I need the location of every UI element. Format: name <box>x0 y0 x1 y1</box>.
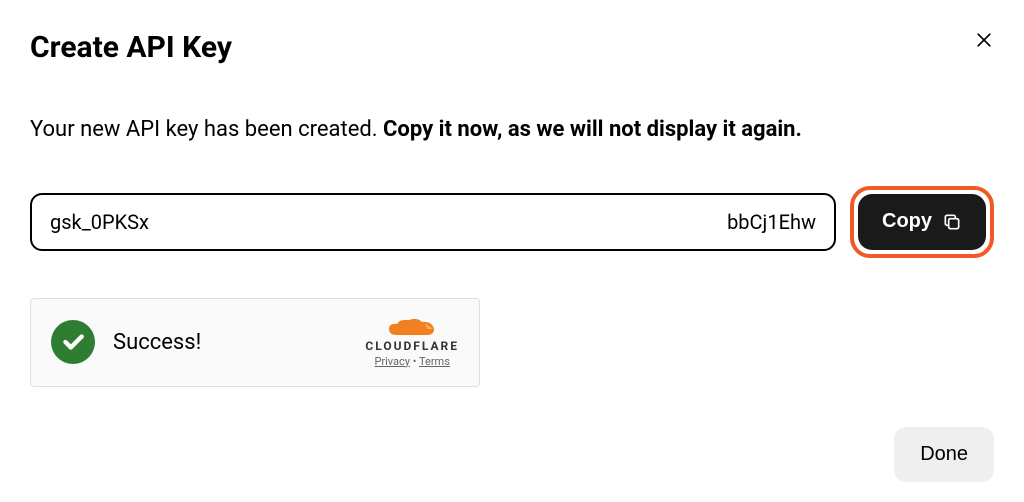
copy-icon <box>942 212 962 232</box>
api-key-field[interactable]: gsk_0PKSx bbCj1Ehw <box>30 193 836 251</box>
close-button[interactable] <box>972 28 996 52</box>
copy-button-highlight: Copy <box>850 186 994 258</box>
cloudflare-brand-text: CLOUDFLARE <box>365 339 459 353</box>
api-key-row: gsk_0PKSx bbCj1Ehw Copy <box>30 186 994 258</box>
description-bold: Copy it now, as we will not display it a… <box>383 117 802 142</box>
modal-description: Your new API key has been created. Copy … <box>30 115 994 146</box>
success-checkmark <box>51 320 95 364</box>
privacy-link[interactable]: Privacy <box>374 355 410 368</box>
captcha-widget: Success! CLOUDFLARE Privacy • Terms <box>30 298 480 387</box>
copy-button[interactable]: Copy <box>858 194 986 250</box>
api-key-prefix: gsk_0PKSx <box>50 210 149 234</box>
done-button[interactable]: Done <box>894 427 994 482</box>
cloudflare-cloud-icon <box>387 317 437 337</box>
terms-link[interactable]: Terms <box>419 355 450 368</box>
close-icon <box>974 30 994 50</box>
copy-button-label: Copy <box>882 210 932 233</box>
checkmark-icon <box>60 329 86 355</box>
api-key-suffix: bbCj1Ehw <box>727 210 816 234</box>
cloudflare-logo: CLOUDFLARE <box>365 317 459 353</box>
modal-title: Create API Key <box>30 30 994 65</box>
cloudflare-links: Privacy • Terms <box>374 355 449 368</box>
description-plain: Your new API key has been created. <box>30 117 383 142</box>
link-separator: • <box>410 355 419 368</box>
captcha-status-text: Success! <box>113 330 365 355</box>
cloudflare-branding: CLOUDFLARE Privacy • Terms <box>365 317 459 368</box>
